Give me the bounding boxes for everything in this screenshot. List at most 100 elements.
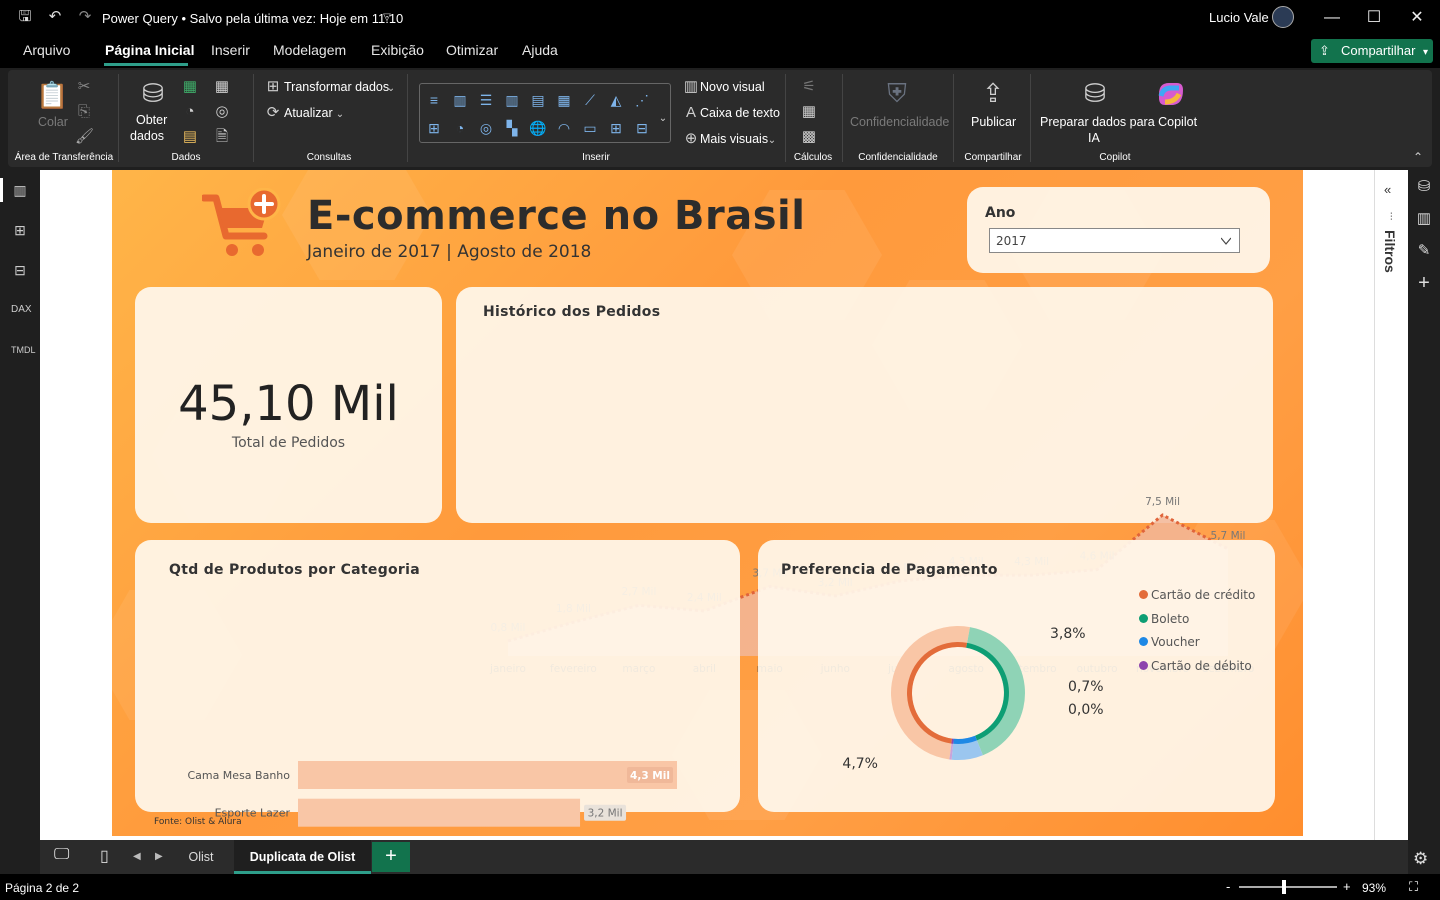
- undo-icon[interactable]: ↶: [46, 8, 64, 26]
- transform-data-button[interactable]: Transformar dados: [284, 80, 389, 94]
- paste-button[interactable]: Colar: [38, 115, 68, 129]
- desktop-layout-icon[interactable]: 🖵: [54, 846, 69, 864]
- redo-icon[interactable]: ↷: [76, 8, 94, 26]
- next-page-icon[interactable]: ▶: [155, 851, 163, 862]
- excel-icon[interactable]: ▦: [181, 78, 199, 96]
- line-chart-icon[interactable]: ⟋: [581, 91, 599, 109]
- gauge-icon[interactable]: ◠: [555, 119, 573, 137]
- enter-data-icon[interactable]: ▦: [213, 78, 231, 96]
- zoom-slider-thumb[interactable]: [1282, 880, 1287, 894]
- add-pane-icon[interactable]: +: [1415, 273, 1433, 293]
- card-icon[interactable]: ▭: [581, 119, 599, 137]
- menu-inserir[interactable]: Inserir: [211, 42, 250, 58]
- settings-icon[interactable]: ⚙: [1413, 849, 1428, 869]
- maximize-button[interactable]: ☐: [1362, 6, 1386, 30]
- legend-item[interactable]: Boleto: [1139, 612, 1189, 626]
- menu-arquivo[interactable]: Arquivo: [23, 42, 70, 58]
- menu-ajuda[interactable]: Ajuda: [522, 42, 558, 58]
- scatter-chart-icon[interactable]: ⋰: [633, 91, 651, 109]
- visualizations-pane-icon[interactable]: ▥: [1415, 210, 1433, 228]
- cut-icon[interactable]: ✂: [75, 78, 93, 96]
- publish-icon[interactable]: ⇪: [978, 78, 1008, 108]
- legend-item[interactable]: Cartão de crédito: [1139, 588, 1255, 602]
- year-select[interactable]: 2017: [989, 228, 1240, 253]
- more-visuals-button[interactable]: Mais visuais: [700, 132, 768, 146]
- expand-filters-icon[interactable]: «: [1384, 182, 1391, 197]
- sensitivity-icon[interactable]: ⛨: [882, 78, 912, 108]
- previous-page-icon[interactable]: ◀: [133, 851, 141, 862]
- line-column-chart-icon[interactable]: ▦: [555, 91, 573, 109]
- fit-to-page-icon[interactable]: ⛶: [1409, 879, 1418, 895]
- more-visuals-icon[interactable]: ⊕: [682, 130, 700, 148]
- refresh-icon[interactable]: ⟳: [264, 104, 282, 122]
- paste-icon[interactable]: 📋: [36, 80, 68, 110]
- chevron-down-icon[interactable]: ⌄: [766, 132, 778, 150]
- copilot-icon[interactable]: [1155, 80, 1187, 108]
- clustered-column-chart-icon[interactable]: ▥: [503, 91, 521, 109]
- menu-pagina-inicial[interactable]: Página Inicial: [105, 42, 194, 58]
- close-button[interactable]: ✕: [1405, 6, 1429, 30]
- dax-query-view-icon[interactable]: DAX: [11, 301, 32, 319]
- zoom-in-icon[interactable]: +: [1343, 879, 1351, 894]
- avatar[interactable]: [1272, 6, 1294, 28]
- mobile-layout-icon[interactable]: ▯: [100, 846, 109, 866]
- dataverse-icon[interactable]: ◎: [213, 103, 231, 121]
- menu-exibicao[interactable]: Exibição: [371, 42, 424, 58]
- collapse-ribbon-icon[interactable]: ⌃: [1410, 148, 1426, 166]
- share-button[interactable]: ⇪ Compartilhar ▾: [1311, 39, 1433, 63]
- add-page-button[interactable]: +: [372, 842, 410, 872]
- format-painter-icon[interactable]: 🖌: [75, 128, 94, 146]
- treemap-icon[interactable]: ▚: [503, 119, 521, 137]
- quick-measure-icon[interactable]: ⚟: [800, 78, 818, 96]
- table-view-icon[interactable]: ⊞: [11, 221, 29, 239]
- waterfall-chart-icon[interactable]: ⊞: [425, 119, 443, 137]
- tmdl-view-icon[interactable]: TMDL: [11, 341, 36, 359]
- publish-button[interactable]: Publicar: [971, 115, 1016, 129]
- matrix-icon[interactable]: ⊟: [633, 119, 651, 137]
- new-measure-icon[interactable]: ▩: [800, 128, 818, 146]
- user-name[interactable]: Lucio Vale: [1209, 10, 1269, 25]
- report-view-icon[interactable]: ▥: [11, 181, 29, 199]
- chevron-down-icon[interactable]: ▽: [378, 9, 396, 27]
- map-icon[interactable]: 🌐: [529, 119, 547, 137]
- zoom-slider[interactable]: [1239, 886, 1337, 888]
- legend-item[interactable]: Voucher: [1139, 635, 1200, 649]
- prepare-data-button[interactable]: Preparar dados para Copilot: [1040, 115, 1197, 129]
- model-view-icon[interactable]: ⊟: [11, 261, 29, 279]
- prepare-data-icon[interactable]: ⛁: [1080, 78, 1110, 108]
- menu-modelagem[interactable]: Modelagem: [273, 42, 346, 58]
- onelake-icon[interactable]: ◔: [181, 103, 199, 121]
- get-data-button[interactable]: Obter: [136, 113, 167, 127]
- percent-column-chart-icon[interactable]: ▤: [529, 91, 547, 109]
- text-box-button[interactable]: Caixa de texto: [700, 106, 780, 120]
- tab-duplicata-de-olist[interactable]: Duplicata de Olist: [234, 840, 371, 874]
- minimize-button[interactable]: —: [1320, 6, 1344, 30]
- recent-sources-icon[interactable]: 🗎: [213, 128, 231, 146]
- new-visual-button[interactable]: Novo visual: [700, 80, 765, 94]
- new-visual-icon[interactable]: ▥: [682, 78, 700, 96]
- save-icon[interactable]: 🖫: [16, 8, 34, 26]
- transform-data-icon[interactable]: ⊞: [264, 78, 282, 96]
- tab-olist[interactable]: Olist: [170, 840, 232, 874]
- zoom-out-icon[interactable]: -: [1226, 879, 1230, 894]
- gallery-expand-icon[interactable]: ⌄: [657, 110, 669, 128]
- filters-label[interactable]: Filtros: [1382, 230, 1398, 273]
- pie-chart-icon[interactable]: ◔: [451, 119, 469, 137]
- donut-chart-icon[interactable]: ◎: [477, 119, 495, 137]
- stacked-bar-chart-icon[interactable]: ≡: [425, 91, 443, 109]
- text-box-icon[interactable]: A: [682, 104, 700, 122]
- area-chart-icon[interactable]: ◭: [607, 91, 625, 109]
- stacked-column-chart-icon[interactable]: ▥: [451, 91, 469, 109]
- calculator-icon[interactable]: ▦: [800, 103, 818, 121]
- menu-otimizar[interactable]: Otimizar: [446, 42, 498, 58]
- chevron-down-icon[interactable]: [1221, 236, 1231, 246]
- chevron-down-icon[interactable]: ⌄: [385, 80, 397, 98]
- legend-item[interactable]: Cartão de débito: [1139, 659, 1252, 673]
- prepare-data-button-line2[interactable]: IA: [1088, 131, 1100, 145]
- sensitivity-button[interactable]: Confidencialidade: [850, 115, 949, 129]
- database-icon[interactable]: ⛁: [138, 78, 168, 108]
- format-pane-icon[interactable]: ✎: [1415, 242, 1433, 260]
- copy-icon[interactable]: ⎘: [75, 103, 93, 121]
- refresh-button[interactable]: Atualizar: [284, 106, 333, 120]
- get-data-button-line2[interactable]: dados: [130, 129, 164, 143]
